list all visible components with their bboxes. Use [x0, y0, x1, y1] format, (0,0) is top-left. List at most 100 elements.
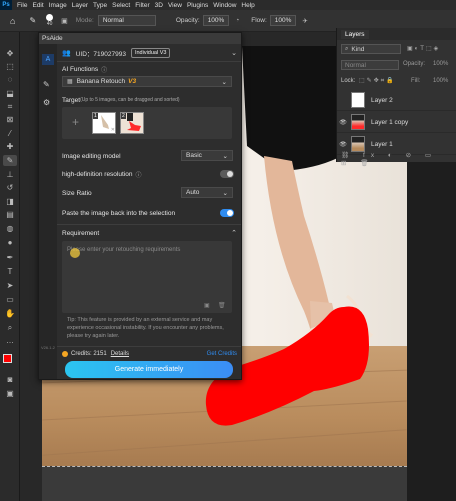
layers-footer-icons[interactable]: ⛓ fx ◐ ⊘ ▭ ⊞ 🗑 [341, 151, 455, 167]
screen-mode-icon[interactable]: ▣ [3, 388, 17, 399]
chevron-down-icon[interactable]: ⌄ [231, 49, 237, 57]
kind-label: Kind [351, 45, 365, 53]
ai-function-select[interactable]: ▦ Banana Retouch V3 ⌄ [62, 76, 232, 87]
layer-name: Layer 1 [371, 140, 393, 148]
eyedropper-tool-icon[interactable]: ⁄ [3, 128, 17, 139]
layer-opacity-label: Opacity: [403, 61, 426, 67]
airbrush-icon[interactable]: ✈ [302, 17, 307, 25]
gear-icon[interactable]: ⚙ [43, 98, 50, 107]
chevron-up-icon[interactable]: ⌃ [231, 229, 237, 237]
layer-opacity-value[interactable]: 100% [433, 61, 448, 67]
size-ratio-value: Auto [186, 189, 200, 196]
edit-icon[interactable]: ✎ [43, 80, 50, 89]
size-ratio-select[interactable]: Auto ⌄ [181, 187, 233, 198]
menu-layer[interactable]: Layer [72, 2, 88, 9]
layer-name: Layer 1 copy [371, 118, 409, 126]
tip-text: Tip: This feature is provided by an exte… [67, 317, 224, 339]
target-thumbnail[interactable]: 1 ✕ [92, 112, 116, 134]
blur-tool-icon[interactable]: ◍ [3, 223, 17, 234]
layer-filter-icons[interactable]: ▣◐T⬚◈ [407, 45, 440, 52]
more-tools-icon[interactable]: … [3, 335, 17, 346]
coin-icon [62, 351, 68, 357]
editing-model-label: Image editing model [62, 152, 121, 160]
menu-3d[interactable]: 3D [155, 2, 163, 9]
menu-file[interactable]: File [17, 2, 27, 9]
menu-plugins[interactable]: Plugins [187, 2, 208, 9]
opacity-input[interactable]: 100% [202, 15, 230, 26]
zoom-tool-icon[interactable]: ⌕ [3, 322, 17, 333]
toggle-knob [227, 210, 233, 216]
menu-image[interactable]: Image [49, 2, 67, 9]
canvas-pasteboard [42, 466, 407, 501]
history-brush-tool-icon[interactable]: ↺ [3, 182, 17, 193]
clone-stamp-tool-icon[interactable]: ⊥ [3, 169, 17, 180]
target-images-area[interactable]: + 1 ✕ 2 [62, 107, 232, 139]
add-image-icon[interactable]: + [72, 115, 79, 129]
brush-preset-picker[interactable]: 40 [46, 14, 54, 27]
lock-icons[interactable]: ⬚✎✥⌗🔒 [359, 77, 396, 85]
healing-brush-tool-icon[interactable]: ✚ [3, 141, 17, 152]
image-icon[interactable]: ▣ [204, 302, 210, 309]
eye-icon[interactable]: 👁 [337, 141, 349, 148]
brush-settings-icon[interactable]: ▣ [61, 17, 68, 25]
type-tool-icon[interactable]: T [3, 266, 17, 277]
requirement-textarea[interactable]: Please enter your retouching requirement… [62, 241, 232, 313]
menu-filter[interactable]: Filter [135, 2, 149, 9]
menu-type[interactable]: Type [93, 2, 107, 9]
layer-row[interactable]: 👁 Layer 1 copy [337, 112, 456, 133]
dodge-tool-icon[interactable]: ● [3, 237, 17, 248]
foreground-color-swatch[interactable] [3, 354, 12, 363]
menu-view[interactable]: View [168, 2, 182, 9]
quick-mask-icon[interactable]: ◙ [3, 374, 17, 385]
mode-select[interactable]: Normal [97, 15, 156, 26]
requirement-header[interactable]: Requirement ⌃ [62, 227, 237, 239]
editing-model-select[interactable]: Basic ⌄ [181, 150, 233, 161]
pressure-opacity-icon[interactable]: ◔ [235, 17, 239, 24]
hd-row: high-definition resolution ⓘ [62, 168, 237, 180]
brush-tip-icon [46, 14, 54, 21]
brush-tool-icon[interactable]: ✎ [3, 155, 17, 166]
object-select-tool-icon[interactable]: ⬓ [3, 88, 17, 99]
tab-layers[interactable]: Layers [341, 29, 369, 39]
details-link[interactable]: Details [111, 351, 129, 357]
fill-value[interactable]: 100% [433, 78, 448, 84]
uid-text: UID：719027993 [75, 50, 126, 58]
layer-thumbnail [351, 114, 365, 130]
menu-edit[interactable]: Edit [32, 2, 43, 9]
trash-icon[interactable]: 🗑 [218, 302, 226, 309]
info-icon[interactable]: ⓘ [101, 65, 107, 74]
gradient-tool-icon[interactable]: ▤ [3, 209, 17, 220]
target-thumbnail[interactable]: 2 [120, 112, 144, 134]
crop-tool-icon[interactable]: ⌗ [3, 101, 17, 112]
brush-tool-icon[interactable]: ✎ [29, 16, 36, 25]
menu-select[interactable]: Select [112, 2, 130, 9]
thumb-index: 1 [93, 113, 98, 119]
get-credits-link[interactable]: Get Credits [207, 351, 237, 357]
lasso-tool-icon[interactable]: ◌ [3, 74, 17, 85]
marquee-tool-icon[interactable]: ⬚ [3, 61, 17, 72]
thumb-index: 2 [121, 113, 126, 119]
layer-row[interactable]: Layer 2 [337, 90, 456, 111]
paste-back-toggle[interactable] [220, 209, 234, 217]
move-tool-icon[interactable]: ✥ [3, 48, 17, 59]
info-icon[interactable]: ⓘ [135, 170, 141, 179]
pen-tool-icon[interactable]: ✒ [3, 252, 17, 263]
blend-mode-select[interactable]: Normal [341, 60, 399, 70]
home-icon[interactable]: ⌂ [10, 16, 15, 26]
hand-tool-icon[interactable]: ✋ [3, 308, 17, 319]
generate-button[interactable]: Generate immediately [65, 361, 233, 378]
menu-window[interactable]: Window [213, 2, 236, 9]
path-select-tool-icon[interactable]: ➤ [3, 280, 17, 291]
rectangle-tool-icon[interactable]: ▭ [3, 294, 17, 305]
flow-input[interactable]: 100% [269, 15, 297, 26]
remove-icon[interactable]: ✕ [111, 127, 115, 133]
eraser-tool-icon[interactable]: ◨ [3, 196, 17, 207]
layer-kind-filter[interactable]: ⌕ Kind [341, 44, 401, 54]
psaide-logo-icon[interactable]: A [42, 54, 54, 65]
fill-label: Fill: [411, 78, 421, 84]
eye-icon[interactable]: 👁 [337, 119, 349, 126]
frame-tool-icon[interactable]: ⊠ [3, 114, 17, 125]
ai-functions-label: AI Functions [62, 65, 99, 73]
menu-help[interactable]: Help [241, 2, 254, 9]
hd-toggle[interactable] [220, 170, 234, 178]
